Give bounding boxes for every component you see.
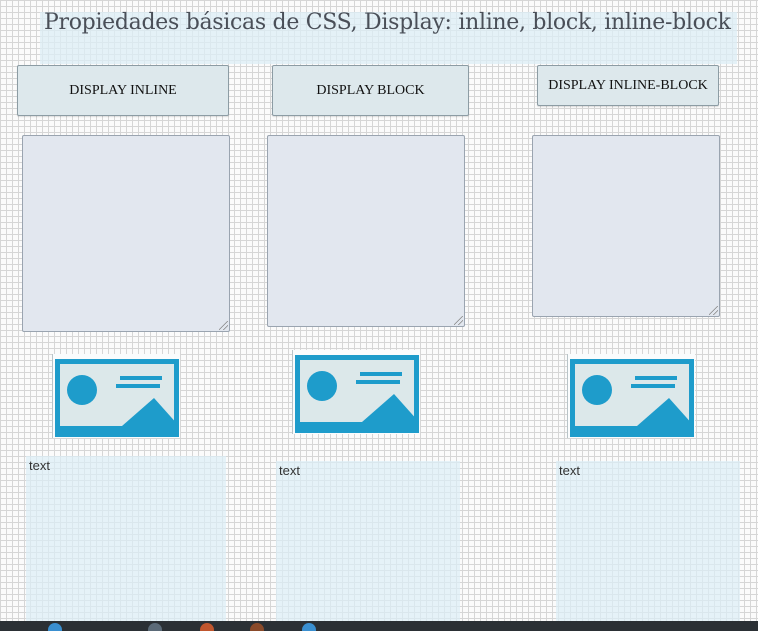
textarea-block[interactable] xyxy=(267,135,465,327)
taskbar-app-icon[interactable] xyxy=(148,623,162,631)
image-placeholder-icon xyxy=(52,354,180,438)
image-placeholder-icon xyxy=(567,354,695,438)
display-block-button[interactable]: DISPLAY BLOCK xyxy=(272,65,469,116)
textarea-inline-block[interactable] xyxy=(532,135,720,317)
text-box-inline: text xyxy=(26,456,226,631)
resize-grip-icon[interactable] xyxy=(219,321,228,330)
text-box-block: text xyxy=(276,461,460,631)
taskbar-app-icon[interactable] xyxy=(302,623,316,631)
text-box-inline-block: text xyxy=(556,461,740,631)
display-inline-block-button[interactable]: DISPLAY INLINE-BLOCK xyxy=(537,65,719,106)
resize-grip-icon[interactable] xyxy=(709,306,718,315)
taskbar-app-icon[interactable] xyxy=(48,623,62,631)
image-placeholder-icon xyxy=(292,350,420,434)
display-inline-button[interactable]: DISPLAY INLINE xyxy=(17,65,229,116)
textarea-inline[interactable] xyxy=(22,135,230,332)
taskbar-app-icon[interactable] xyxy=(200,623,214,631)
taskbar xyxy=(0,621,758,631)
taskbar-app-icon[interactable] xyxy=(250,623,264,631)
resize-grip-icon[interactable] xyxy=(454,316,463,325)
page-title: Propiedades básicas de CSS, Display: inl… xyxy=(44,10,731,35)
